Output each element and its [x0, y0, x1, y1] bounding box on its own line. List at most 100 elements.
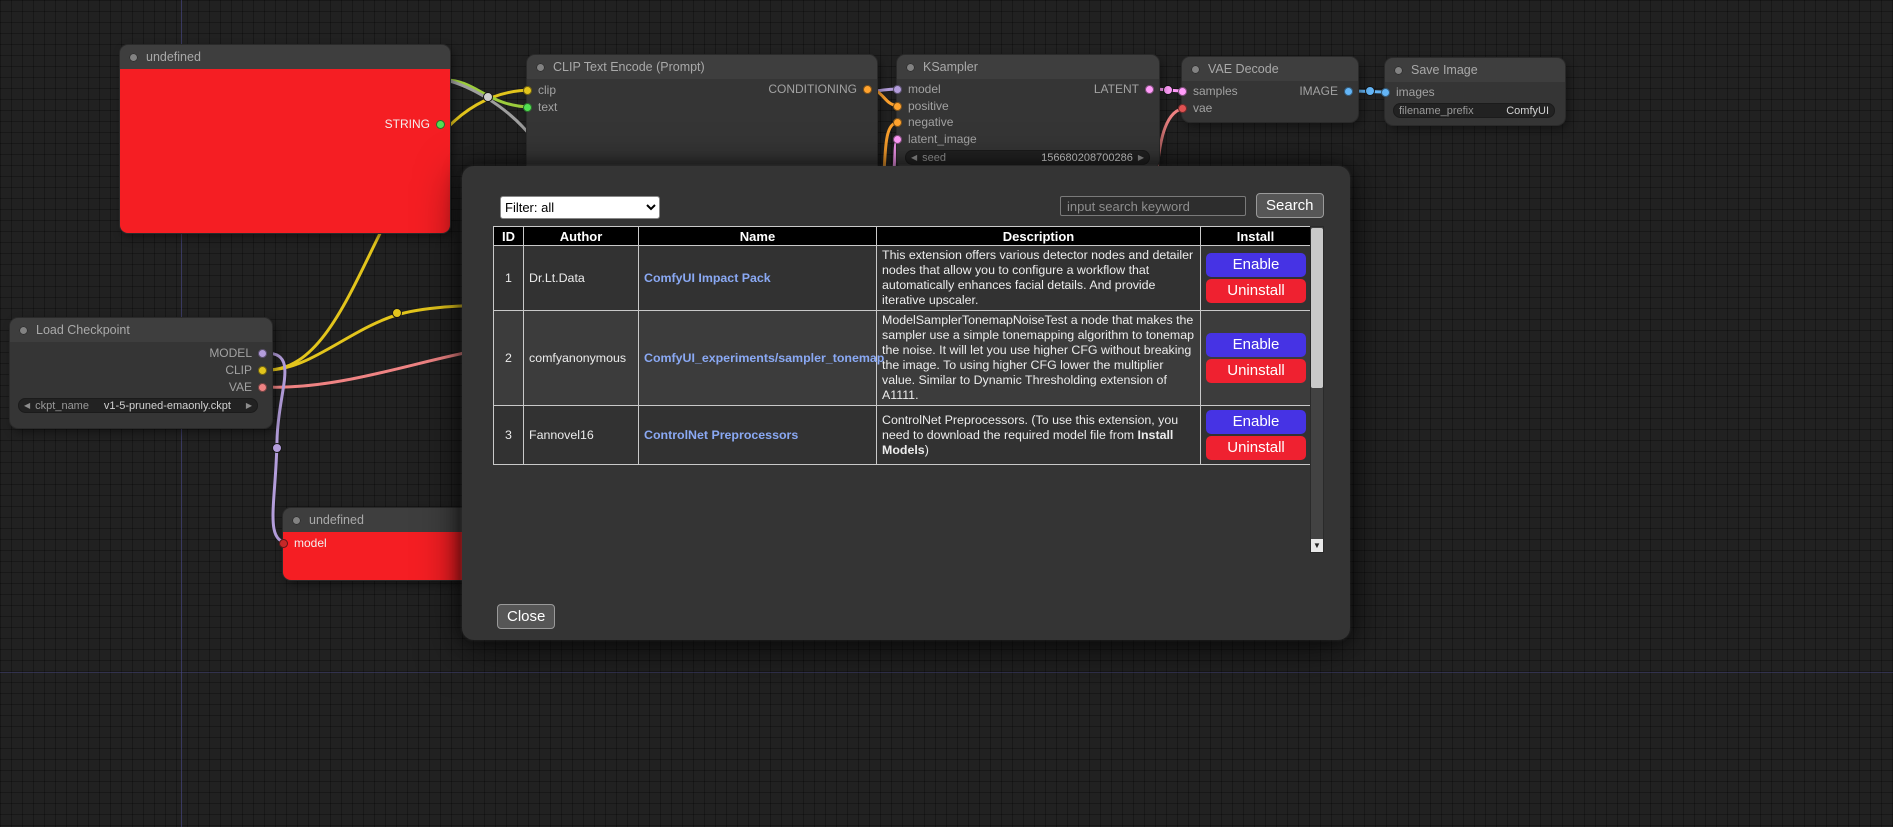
- model-slot-dot[interactable]: [893, 85, 902, 94]
- input-slot-positive[interactable]: positive: [897, 98, 949, 114]
- output-slot-image[interactable]: IMAGE: [1299, 83, 1353, 99]
- node-ksampler[interactable]: KSampler model positive negative latent_…: [897, 55, 1159, 168]
- slot-label: clip: [538, 83, 556, 97]
- collapse-dot-icon[interactable]: [906, 63, 915, 72]
- seed-widget[interactable]: ◀ seed 156680208700286 ▶: [905, 150, 1150, 165]
- string-slot-dot[interactable]: [436, 120, 445, 129]
- input-slot-samples[interactable]: samples: [1182, 83, 1238, 99]
- enable-button[interactable]: Enable: [1206, 333, 1306, 357]
- uninstall-button[interactable]: Uninstall: [1206, 359, 1306, 383]
- node-title: undefined: [309, 513, 364, 527]
- clip-slot-dot[interactable]: [258, 366, 267, 375]
- node-titlebar[interactable]: KSampler: [897, 55, 1159, 79]
- prev-arrow-icon[interactable]: ◀: [24, 401, 30, 410]
- scrollbar-down-arrow-icon[interactable]: ▼: [1311, 539, 1323, 552]
- table-row: 3 Fannovel16 ControlNet Preprocessors Co…: [494, 406, 1311, 465]
- table-header-row: ID Author Name Description Install: [494, 227, 1311, 246]
- output-slot-string[interactable]: STRING: [385, 116, 445, 132]
- uninstall-button[interactable]: Uninstall: [1206, 436, 1306, 460]
- cell-description: ControlNet Preprocessors. (To use this e…: [877, 406, 1201, 465]
- cell-id: 3: [494, 406, 524, 465]
- collapse-dot-icon[interactable]: [1191, 65, 1200, 74]
- output-slot-latent[interactable]: LATENT: [1094, 81, 1154, 97]
- image-slot-dot[interactable]: [1381, 88, 1390, 97]
- input-slot-text[interactable]: text: [527, 99, 557, 115]
- collapse-dot-icon[interactable]: [1394, 66, 1403, 75]
- widget-label: ckpt_name: [35, 400, 89, 412]
- increment-arrow-icon[interactable]: ▶: [1138, 153, 1144, 162]
- input-slot-latent-image[interactable]: latent_image: [897, 131, 977, 147]
- node-undefined-top[interactable]: undefined STRING: [120, 45, 450, 233]
- node-titlebar[interactable]: undefined: [120, 45, 450, 69]
- decrement-arrow-icon[interactable]: ◀: [911, 153, 917, 162]
- cell-install: Enable Uninstall: [1201, 406, 1311, 465]
- collapse-dot-icon[interactable]: [129, 53, 138, 62]
- collapse-dot-icon[interactable]: [536, 63, 545, 72]
- node-titlebar[interactable]: VAE Decode: [1182, 57, 1358, 81]
- output-slot-model[interactable]: MODEL: [209, 345, 267, 361]
- latent-slot-dot[interactable]: [1145, 85, 1154, 94]
- node-titlebar[interactable]: Save Image: [1385, 58, 1565, 82]
- description-text: ModelSamplerTonemapNoiseTest a node that…: [882, 313, 1194, 402]
- uninstall-button[interactable]: Uninstall: [1206, 279, 1306, 303]
- ckpt-name-widget[interactable]: ◀ ckpt_name v1-5-pruned-emaonly.ckpt ▶: [18, 398, 258, 413]
- image-slot-dot[interactable]: [1344, 87, 1353, 96]
- model-slot-dot[interactable]: [258, 349, 267, 358]
- input-slot-images[interactable]: images: [1385, 84, 1435, 100]
- col-header-id: ID: [494, 227, 524, 246]
- search-button[interactable]: Search: [1256, 193, 1324, 218]
- vae-slot-dot[interactable]: [258, 383, 267, 392]
- extension-link[interactable]: ComfyUI Impact Pack: [644, 271, 771, 285]
- collapse-dot-icon[interactable]: [19, 326, 28, 335]
- grid-axis-horizontal: [0, 672, 1893, 673]
- cell-author: comfyanonymous: [524, 311, 639, 406]
- widget-label: filename_prefix: [1399, 105, 1474, 117]
- input-slot-model[interactable]: model: [283, 535, 327, 551]
- input-slot-negative[interactable]: negative: [897, 114, 953, 130]
- output-slot-clip[interactable]: CLIP: [225, 362, 267, 378]
- slot-label: images: [1396, 85, 1435, 99]
- collapse-dot-icon[interactable]: [292, 516, 301, 525]
- input-slot-clip[interactable]: clip: [527, 82, 556, 98]
- node-titlebar[interactable]: CLIP Text Encode (Prompt): [527, 55, 877, 79]
- widget-label: seed: [922, 152, 946, 164]
- conditioning-slot-dot[interactable]: [863, 85, 872, 94]
- input-slot-model[interactable]: model: [897, 81, 941, 97]
- close-button[interactable]: Close: [497, 604, 555, 629]
- model-slot-dot[interactable]: [279, 539, 288, 548]
- output-slot-conditioning[interactable]: CONDITIONING: [768, 81, 872, 97]
- graph-canvas[interactable]: undefined STRING CLIP Text Encode (Promp…: [0, 0, 1893, 827]
- error-node-body: [120, 69, 450, 233]
- extension-link[interactable]: ControlNet Preprocessors: [644, 428, 798, 442]
- enable-button[interactable]: Enable: [1206, 410, 1306, 434]
- output-slot-vae[interactable]: VAE: [229, 379, 267, 395]
- node-titlebar[interactable]: Load Checkpoint: [10, 318, 272, 342]
- text-slot-dot[interactable]: [523, 103, 532, 112]
- conditioning-slot-dot[interactable]: [893, 102, 902, 111]
- node-save-image[interactable]: Save Image images filename_prefix ComfyU…: [1385, 58, 1565, 125]
- node-title: VAE Decode: [1208, 62, 1279, 76]
- slot-label: CONDITIONING: [768, 82, 857, 96]
- extension-link[interactable]: ComfyUI_experiments/sampler_tonemap: [644, 351, 884, 365]
- slot-label: positive: [908, 99, 949, 113]
- clip-slot-dot[interactable]: [523, 86, 532, 95]
- extension-table: ID Author Name Description Install 1 Dr.…: [493, 226, 1311, 465]
- slot-label: VAE: [229, 380, 252, 394]
- next-arrow-icon[interactable]: ▶: [246, 401, 252, 410]
- scrollbar-thumb[interactable]: [1311, 228, 1323, 388]
- latent-slot-dot[interactable]: [1178, 87, 1187, 96]
- col-header-description: Description: [877, 227, 1201, 246]
- node-vae-decode[interactable]: VAE Decode samples vae IMAGE: [1182, 57, 1358, 122]
- conditioning-slot-dot[interactable]: [893, 118, 902, 127]
- node-load-checkpoint[interactable]: Load Checkpoint MODEL CLIP VAE ◀ ckpt_na…: [10, 318, 272, 428]
- vae-slot-dot[interactable]: [1178, 104, 1187, 113]
- search-input[interactable]: [1060, 196, 1246, 216]
- manager-dialog: Filter: all Search ID Author Name Descri…: [462, 166, 1350, 640]
- vertical-scrollbar[interactable]: ▼: [1310, 226, 1324, 553]
- enable-button[interactable]: Enable: [1206, 253, 1306, 277]
- latent-slot-dot[interactable]: [893, 135, 902, 144]
- slot-label: STRING: [385, 117, 430, 131]
- filename-prefix-widget[interactable]: filename_prefix ComfyUI: [1393, 103, 1555, 118]
- filter-select[interactable]: Filter: all: [500, 196, 660, 219]
- input-slot-vae[interactable]: vae: [1182, 100, 1212, 116]
